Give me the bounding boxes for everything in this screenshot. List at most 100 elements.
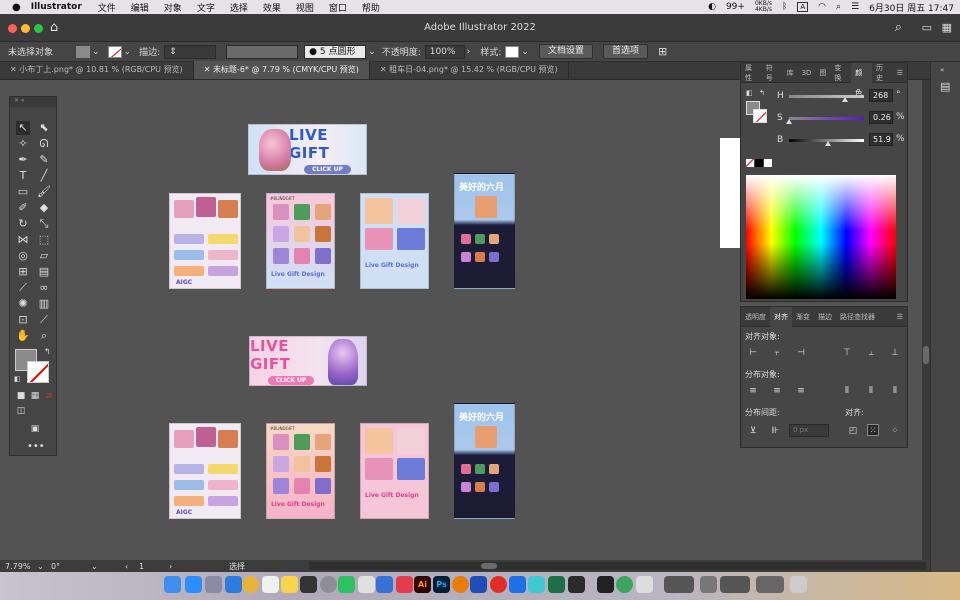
shaper-tool-icon[interactable]: ✐ (16, 201, 30, 215)
curvature-tool-icon[interactable]: ✎ (37, 153, 51, 167)
player-icon[interactable] (616, 576, 633, 593)
launchpad-icon[interactable] (205, 576, 222, 593)
free-transform-tool-icon[interactable]: ⬚ (37, 233, 51, 247)
control-center-icon[interactable]: ☰ (851, 2, 859, 12)
draw-mode-icon[interactable]: ◫ (14, 404, 28, 418)
scale-tool-icon[interactable]: ⤡ (37, 217, 51, 231)
menu-type[interactable]: 文字 (197, 1, 215, 14)
app-store-icon[interactable] (185, 576, 202, 593)
stroke-color-icon[interactable] (27, 361, 49, 383)
recent-window-2-icon[interactable] (700, 576, 717, 593)
align-left-icon[interactable]: ⊢ (747, 347, 759, 359)
rotation-value[interactable]: 0° (51, 562, 91, 571)
chevron-down-icon[interactable]: ⌄ (37, 562, 51, 571)
hand-tool-icon[interactable]: ✋ (16, 329, 30, 343)
prev-artboard-icon[interactable]: ‹ (125, 562, 139, 571)
document-setup-button[interactable]: 文档设置 (538, 44, 593, 59)
opacity-input[interactable]: 100% (424, 44, 465, 59)
distribute-top-icon[interactable]: ≡ (747, 385, 759, 397)
mesh-tool-icon[interactable]: ⊞ (16, 265, 30, 279)
tab-transform[interactable]: 变换 (830, 63, 851, 83)
selection-tool-icon[interactable]: ↖ (16, 121, 30, 135)
panel-menu-icon[interactable]: ☰ (893, 69, 907, 77)
arrange-icon[interactable]: ▭ (922, 21, 932, 34)
white-swatch[interactable] (764, 159, 772, 167)
lasso-tool-icon[interactable]: ᘏ (37, 137, 51, 151)
capcut-icon[interactable] (396, 576, 413, 593)
tab-doc-3[interactable]: ✕ 租车日-04.png* @ 15.42 % (RGB/CPU 预览) (370, 61, 569, 79)
menu-effect[interactable]: 效果 (263, 1, 281, 14)
chevron-down-icon[interactable]: ⌄ (91, 562, 125, 571)
slice-tool-icon[interactable]: ⟋ (37, 313, 51, 327)
poster-june-1[interactable]: 美好的六月 (454, 173, 515, 289)
preferences-button[interactable]: 首选项 (602, 44, 648, 59)
swap-colors-icon[interactable]: ↰ (44, 347, 51, 356)
apple-icon[interactable]: ● (12, 2, 21, 13)
eraser-tool-icon[interactable]: ◆ (37, 201, 51, 215)
rotate-tool-icon[interactable]: ↻ (16, 217, 30, 231)
bluetooth-icon[interactable]: ᛒ (782, 2, 787, 12)
align-to-key-object-icon[interactable]: ⁙ (867, 424, 879, 436)
recent-window-4-icon[interactable] (756, 576, 784, 593)
saturation-input[interactable]: 0.26 (869, 111, 893, 124)
recent-window-1-icon[interactable] (664, 576, 694, 593)
wechat-dock-icon[interactable] (338, 576, 355, 593)
tab-doc-2[interactable]: ✕ 未标题-6* @ 7.79 % (CMYK/CPU 预览) (193, 61, 370, 79)
baidu-icon[interactable] (376, 576, 393, 593)
tab-libraries[interactable]: 库 (783, 68, 798, 78)
symbol-sprayer-tool-icon[interactable]: ✺ (16, 297, 30, 311)
spacing-input[interactable]: 0 px (789, 424, 829, 437)
rectangle-tool-icon[interactable]: ▭ (16, 185, 30, 199)
perspective-tool-icon[interactable]: ▱ (37, 249, 51, 263)
chrome-icon[interactable] (242, 576, 259, 593)
distribute-left-icon[interactable]: ⦀ (841, 385, 853, 397)
next-artboard-icon[interactable]: › (169, 562, 229, 571)
hue-input[interactable]: 268 (869, 89, 893, 102)
zoom-level[interactable]: 7.79% (5, 562, 37, 571)
safari-icon[interactable] (225, 576, 242, 593)
home-icon[interactable]: ⌂ (50, 20, 58, 35)
trash-icon[interactable] (790, 576, 807, 593)
tab-properties[interactable]: 属性 (741, 63, 762, 83)
artboard-number[interactable]: 1 (139, 562, 169, 571)
vertical-spacing-icon[interactable]: ⊻ (747, 425, 759, 437)
brightness-slider-thumb[interactable] (824, 141, 831, 146)
tab-image[interactable]: 图 (815, 68, 830, 78)
distribute-vcenter-icon[interactable]: ≡ (771, 385, 783, 397)
zoom-window-button[interactable] (34, 24, 43, 33)
menu-select[interactable]: 选择 (230, 1, 248, 14)
stroke-swatch[interactable] (107, 45, 122, 58)
finalcut-icon[interactable] (300, 576, 317, 593)
search-icon[interactable]: ⌕ (836, 2, 841, 12)
settings-icon[interactable] (320, 576, 337, 593)
pen-tool-icon[interactable]: ✒ (16, 153, 30, 167)
horizontal-scrollbar[interactable] (309, 562, 926, 570)
vertical-scrollbar[interactable] (922, 80, 930, 560)
tab-3d[interactable]: 3D (798, 69, 816, 77)
comments-icon[interactable]: ▤ (940, 80, 950, 93)
menu-file[interactable]: 文件 (98, 1, 116, 14)
menu-edit[interactable]: 编辑 (131, 1, 149, 14)
tencent-meeting-icon[interactable] (509, 576, 526, 593)
column-graph-tool-icon[interactable]: ▥ (37, 297, 51, 311)
color-mode-icon[interactable]: ■ (14, 389, 28, 403)
banner-live-gift-pink[interactable]: LIVE GIFT CLICK UP (249, 336, 367, 386)
chevron-down-icon[interactable]: ⌄ (521, 47, 529, 57)
magic-wand-tool-icon[interactable]: ✧ (16, 137, 30, 151)
tab-transparency[interactable]: 透明度 (741, 312, 770, 322)
close-window-button[interactable] (8, 24, 17, 33)
tab-align[interactable]: 对齐 (770, 306, 792, 327)
brightness-input[interactable]: 51.9 (869, 133, 893, 146)
banner-live-gift-blue[interactable]: LIVE GIFT CLICK UP (248, 124, 367, 175)
align-to-artboard-icon[interactable]: ⁘ (889, 425, 901, 437)
notes-icon[interactable] (281, 576, 298, 593)
swap-fill-stroke-icon[interactable]: ↰ (759, 89, 765, 97)
type-tool-icon[interactable]: T (16, 169, 30, 183)
artboard-edge[interactable] (720, 138, 742, 248)
more-tools-icon[interactable]: ••• (27, 440, 45, 454)
zoom-tool-icon[interactable]: ⌕ (37, 329, 51, 343)
style-swatch[interactable] (505, 45, 520, 58)
poster-blindgift-1[interactable]: #BLINDGIFT Live Gift Design (266, 193, 335, 289)
wifi-icon[interactable]: ◠ (818, 2, 826, 12)
artboard-tool-icon[interactable]: ⊡ (16, 313, 30, 327)
